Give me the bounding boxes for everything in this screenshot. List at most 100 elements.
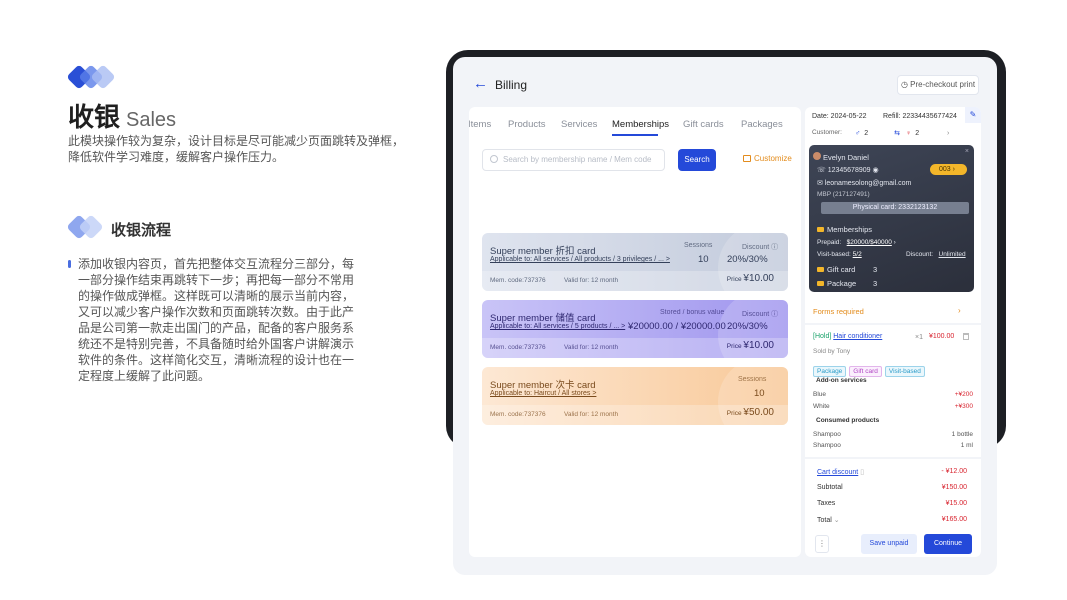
edit-icon[interactable]: ✎	[965, 107, 981, 123]
divider	[805, 457, 981, 459]
tab-memberships[interactable]: Memberships	[612, 119, 669, 130]
card-applicable-link[interactable]: Applicable to: All services / 5 products…	[490, 323, 625, 330]
addon-value: +¥200	[954, 391, 973, 398]
item-name[interactable]: Hair conditioner	[833, 333, 882, 340]
card-header-2: Discount ⓘ	[742, 244, 779, 251]
addon-row: Blue +¥200	[813, 391, 973, 398]
prepaid-value: $20000/$40000	[846, 239, 892, 246]
tab-services[interactable]: Services	[561, 119, 597, 130]
card-value-2: 20%/30%	[727, 321, 768, 332]
tab-products[interactable]: Products	[508, 119, 546, 130]
physical-card: Physical card: 2332123132	[821, 202, 969, 214]
package-heading[interactable]: Package	[817, 279, 856, 288]
card-header-2: Sessions	[738, 376, 767, 383]
order-panel: Date: 2024-05-22 Refill: 22334435677424 …	[805, 107, 981, 557]
addon-row: White +¥300	[813, 403, 973, 410]
customize-icon	[743, 155, 751, 162]
card-valid: Valid for: 12 month	[564, 344, 619, 351]
consumed-heading: Consumed products	[816, 417, 880, 424]
price-label: Price	[726, 343, 742, 350]
chevron-down-icon[interactable]: ⌄	[834, 517, 840, 524]
card-value-2: 10	[754, 388, 765, 399]
customer-label: Customer:	[812, 129, 842, 136]
card-applicable-link[interactable]: Applicable to: All services / All produc…	[490, 256, 670, 263]
card-title: Super member 储值 card	[490, 313, 596, 324]
taxes-value: ¥15.00	[945, 500, 967, 507]
discount-value: Unlimited	[938, 251, 966, 258]
cart-item[interactable]: [Hold] Hair conditioner	[813, 333, 882, 340]
more-options-icon[interactable]: ⋮	[815, 535, 829, 553]
membership-card-discount[interactable]: Super member 折扣 card Applicable to: All …	[482, 233, 788, 291]
avatar	[813, 152, 821, 160]
prepaid-arrow: ›	[893, 239, 896, 246]
total-row[interactable]: Total ⌄ ¥165.00	[817, 516, 967, 524]
card-header-2: Discount ⓘ	[742, 311, 779, 318]
app-header: ← Billing ◷ Pre-checkout print	[453, 57, 997, 105]
addon-name: White	[813, 403, 830, 410]
card-price: Price ¥10.00	[727, 340, 774, 351]
female-icon: ♀	[905, 130, 912, 137]
catalog-panel: Items Products Services Memberships Gift…	[469, 107, 801, 557]
order-refill: Refill: 22334435677424	[883, 113, 957, 120]
gift-count: 3	[873, 265, 878, 274]
membership-search-input[interactable]: Search by membership name / Mem code	[482, 149, 665, 171]
chevron-right-icon[interactable]: ›	[958, 306, 961, 315]
search-button[interactable]: Search	[678, 149, 716, 171]
title-en: Sales	[126, 109, 177, 131]
back-arrow-icon[interactable]: ←	[473, 75, 488, 92]
subtotal-label: Subtotal	[817, 484, 843, 491]
header-title: Billing	[495, 78, 528, 92]
card-value-1: ¥20000.00 / ¥20000.00	[628, 321, 726, 332]
membership-card-session[interactable]: Super member 次卡 card Applicable to: Hair…	[482, 367, 788, 425]
tab-items[interactable]: Items	[469, 119, 491, 130]
forms-required-link[interactable]: Forms required	[813, 307, 864, 316]
card-icon	[817, 227, 824, 232]
customize-button[interactable]: Customize	[743, 154, 792, 163]
card-value-2: 20%/30%	[727, 254, 768, 265]
member-phone: ☏ 12345678909 ◉	[817, 167, 879, 174]
price-label: Price	[726, 276, 742, 283]
trash-icon[interactable]	[963, 333, 969, 340]
card-header-1: Stored / bonus value	[660, 309, 725, 316]
member-email: ✉ leonamesolong@gmail.com	[817, 180, 912, 187]
prepaid-row[interactable]: Prepaid: $20000/$40000 ›	[817, 239, 896, 246]
member-level-badge[interactable]: 003 ›	[930, 164, 967, 175]
trash-icon[interactable]: ▯	[860, 469, 864, 476]
total-value: ¥165.00	[941, 516, 967, 523]
cart-discount-row[interactable]: Cart discount ▯ - ¥12.00	[817, 468, 967, 476]
card-title: Super member 次卡 card	[490, 380, 596, 391]
order-date: Date: 2024-05-22	[812, 113, 867, 120]
gift-card-heading[interactable]: Gift card	[817, 265, 855, 274]
card-applicable-link[interactable]: Applicable to: Haircut / All stores >	[490, 390, 596, 397]
gift-icon	[817, 267, 824, 272]
customize-label: Customize	[754, 154, 792, 163]
discount-row[interactable]: Discount: Unlimited	[906, 251, 966, 258]
gift-label: Gift card	[827, 265, 856, 274]
tab-packages[interactable]: Packages	[741, 119, 783, 130]
title-cn: 收银	[68, 102, 121, 132]
member-name: Evelyn Daniel	[823, 153, 869, 162]
swap-icon[interactable]: ⇆	[894, 130, 900, 137]
package-count: 3	[873, 279, 878, 288]
card-header-1: Sessions	[684, 242, 713, 249]
cart-discount-link[interactable]: Cart discount	[817, 469, 858, 476]
tab-gift-cards[interactable]: Gift cards	[683, 119, 724, 130]
subtotal-row: Subtotal ¥150.00	[817, 484, 967, 491]
prepaid-label: Prepaid:	[817, 239, 842, 246]
price-value: ¥50.00	[743, 407, 774, 418]
precheckout-print-button[interactable]: ◷ Pre-checkout print	[897, 75, 979, 95]
membership-card-stored-value[interactable]: Super member 储值 card Applicable to: All …	[482, 300, 788, 358]
continue-button[interactable]: Continue	[924, 534, 972, 554]
search-icon	[490, 155, 498, 163]
card-price: Price ¥10.00	[727, 273, 774, 284]
price-value: ¥10.00	[743, 273, 774, 284]
divider	[805, 323, 981, 325]
male-count: 2	[864, 130, 869, 137]
female-count: 2	[915, 130, 920, 137]
visit-row[interactable]: Visit-based: 5/2	[817, 251, 862, 258]
addon-name: Blue	[813, 391, 827, 398]
save-unpaid-button[interactable]: Save unpaid	[861, 534, 917, 554]
chevron-right-icon[interactable]: ›	[947, 130, 949, 137]
taxes-row: Taxes ¥15.00	[817, 500, 967, 507]
close-icon[interactable]: ×	[965, 148, 969, 155]
